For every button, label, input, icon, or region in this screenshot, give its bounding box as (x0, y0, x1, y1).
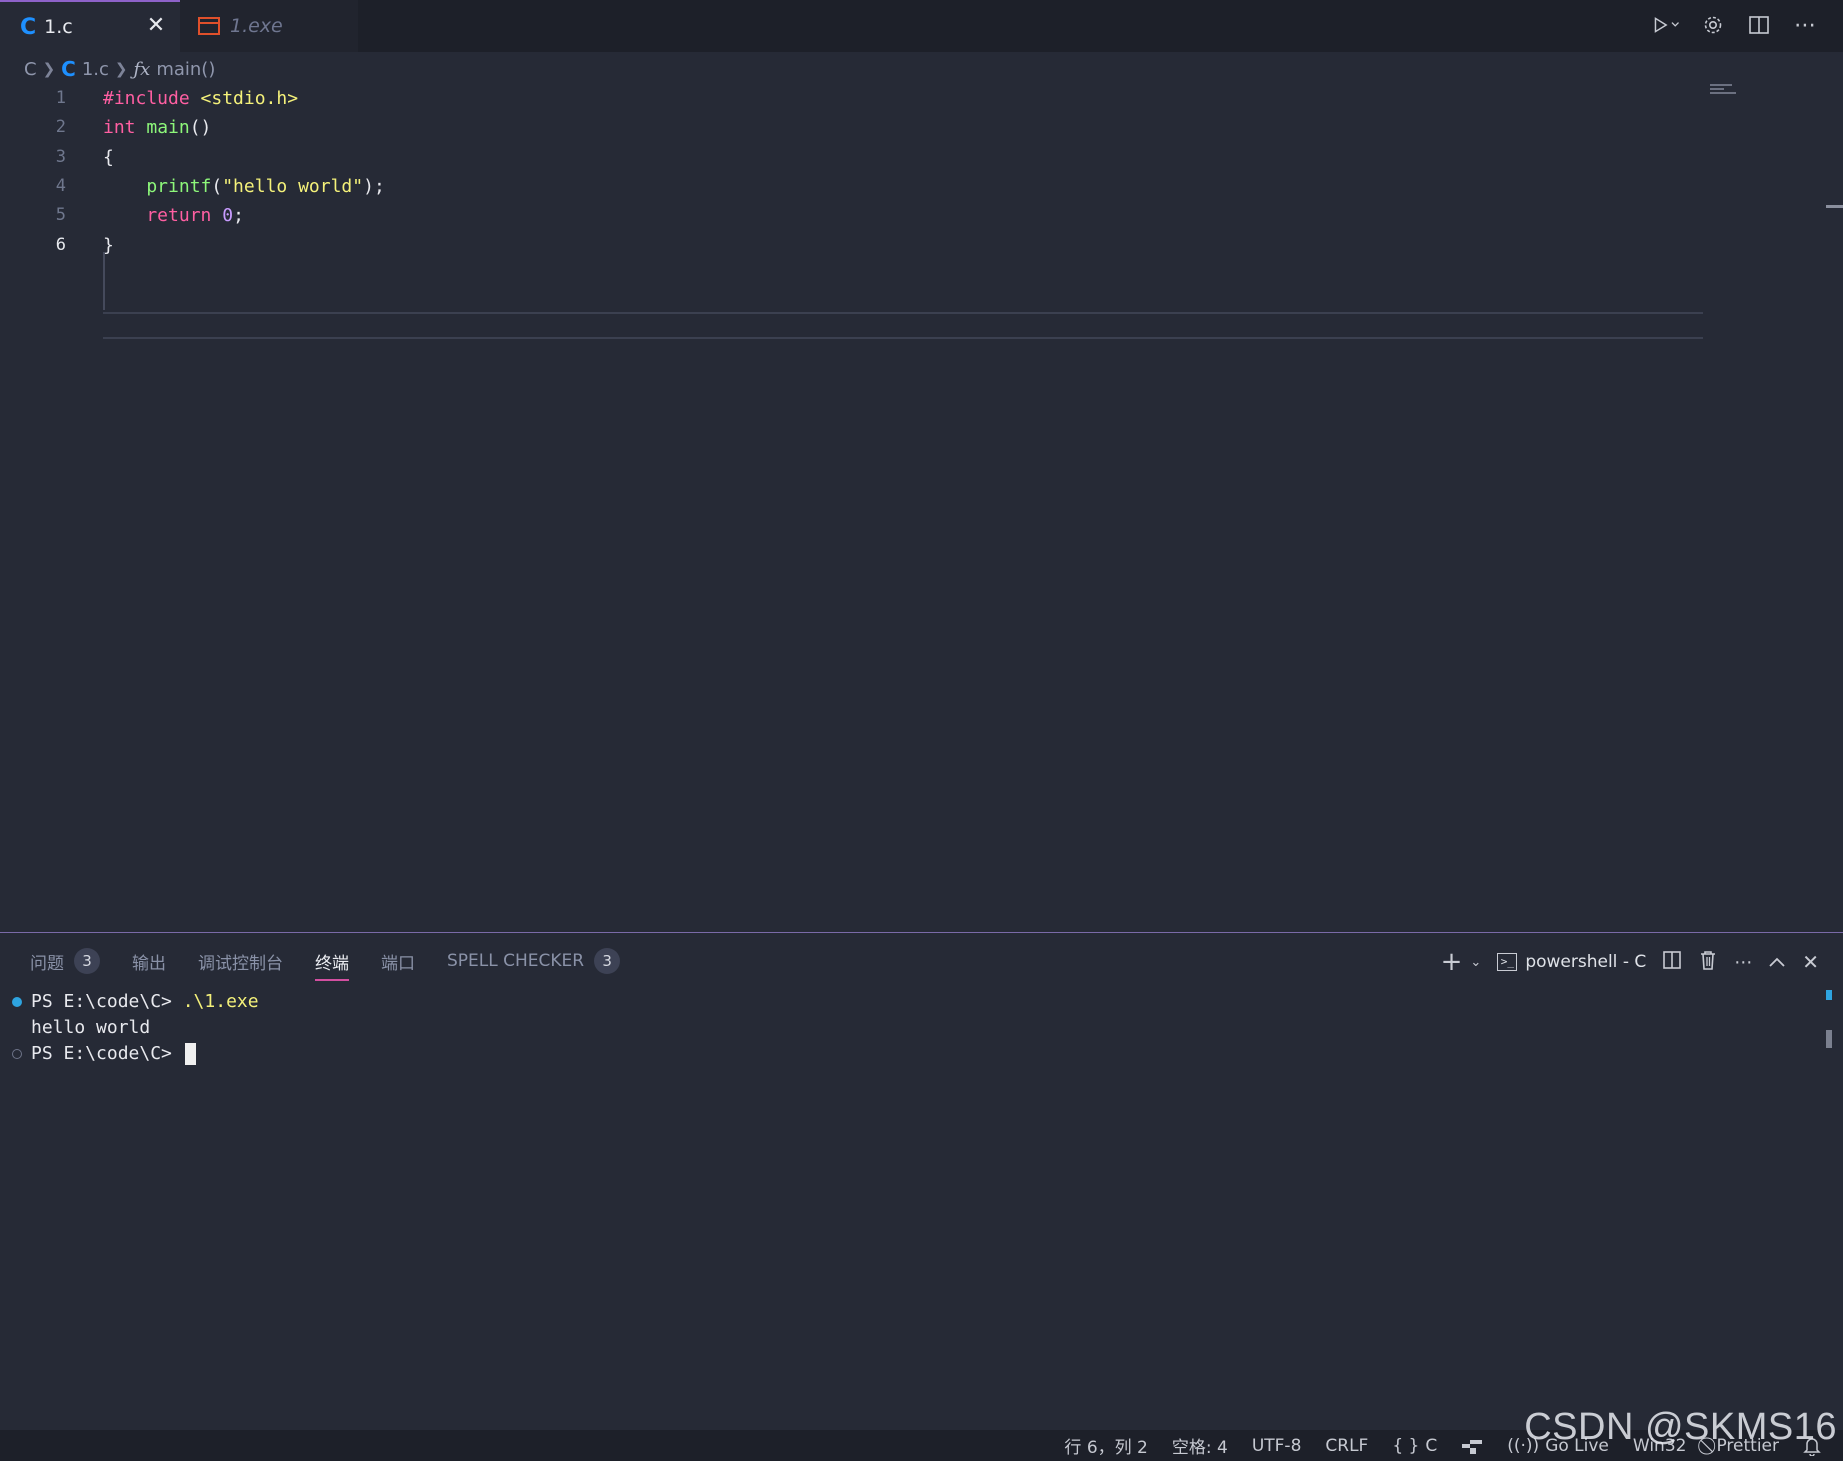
binary-file-icon (198, 17, 220, 35)
line-number: 5 (55, 205, 66, 226)
tab-spell-checker[interactable]: SPELL CHECKER 3 (447, 943, 621, 979)
function-icon: ƒx (133, 58, 151, 80)
tab-output[interactable]: 输出 (132, 943, 166, 979)
code-line[interactable]: 4 printf("hello world"); (0, 172, 1700, 201)
tab-debug-console[interactable]: 调试控制台 (198, 943, 283, 979)
tab-label: 输出 (132, 953, 166, 974)
gear-icon[interactable] (1699, 10, 1727, 40)
source-control-icon[interactable] (1461, 1437, 1483, 1455)
indent-guide (103, 252, 105, 310)
terminal-scroll-marker (1826, 990, 1832, 1000)
tab-label: SPELL CHECKER (447, 951, 585, 971)
language-label: C (1425, 1435, 1438, 1456)
split-editor-icon[interactable] (1745, 10, 1773, 40)
minimap[interactable] (1710, 84, 1736, 96)
code-text: } (103, 234, 114, 256)
bottom-panel: 问题 3 输出 调试控制台 终端 端口 SPELL CHECKER 3 + ⌄ … (0, 932, 1843, 1431)
breadcrumb: C ❯ C 1.c ❯ ƒx main() (24, 56, 215, 82)
tab-label: 端口 (381, 953, 415, 974)
terminal-icon: >_ (1497, 953, 1518, 971)
terminal-name-label: powershell - C (1525, 952, 1647, 972)
terminal-command: .\1.exe (182, 991, 259, 1012)
code-line[interactable]: 3{ (0, 143, 1700, 172)
code-text: { (103, 146, 114, 168)
language-mode[interactable]: { } C (1392, 1436, 1437, 1456)
cursor-position[interactable]: 行 6，列 2 (1064, 1433, 1147, 1458)
problems-count-badge: 3 (74, 948, 100, 974)
line-number: 1 (55, 88, 66, 108)
tab-1-c[interactable]: C 1.c ✕ (0, 0, 180, 52)
tab-label: 1.c (44, 16, 73, 38)
end-of-line[interactable]: CRLF (1325, 1436, 1368, 1456)
breadcrumb-file[interactable]: 1.c (82, 59, 109, 80)
more-actions-icon[interactable]: ⋯ (1734, 952, 1752, 973)
chevron-right-icon: ❯ (114, 60, 128, 78)
more-actions-icon[interactable]: ⋯ (1791, 10, 1819, 40)
panel-actions: + ⌄ >_ powershell - C ⋯ ✕ (1441, 947, 1819, 977)
tab-label: 1.exe (230, 15, 283, 37)
tab-label: 终端 (315, 953, 349, 974)
close-panel-icon[interactable]: ✕ (1802, 950, 1819, 974)
editor-actions: ⋯ (1653, 10, 1819, 40)
panel-tabs: 问题 3 输出 调试控制台 终端 端口 SPELL CHECKER 3 (30, 943, 621, 981)
code-text: return 0; (103, 205, 244, 227)
terminal-prompt: PS E:\code\C> (31, 1043, 183, 1064)
terminal-line: hello world (31, 1015, 150, 1041)
tab-ports[interactable]: 端口 (381, 943, 415, 979)
editor-scrollbar[interactable] (1826, 205, 1843, 208)
tab-terminal[interactable]: 终端 (315, 943, 349, 981)
code-text: int main() (103, 117, 212, 139)
tab-1-exe[interactable]: 1.exe (180, 0, 358, 52)
code-text: #include <stdio.h> (103, 88, 299, 109)
command-success-icon[interactable] (12, 997, 22, 1007)
braces-icon: { } (1392, 1435, 1420, 1456)
terminal-cursor (184, 1043, 196, 1065)
line-number: 2 (55, 117, 66, 138)
maximize-panel-icon[interactable] (1768, 952, 1786, 973)
breadcrumb-symbol[interactable]: main() (156, 59, 215, 80)
chevron-right-icon: ❯ (42, 60, 56, 78)
tab-problems[interactable]: 问题 3 (30, 943, 100, 979)
watermark: CSDN @SKMS16 (1524, 1406, 1837, 1448)
code-editor[interactable]: 1 #include <stdio.h> 2 int main() 3{4 printf… (0, 84, 1843, 932)
tab-label: 调试控制台 (198, 953, 283, 974)
code-line[interactable]: 5 return 0; (0, 201, 1700, 230)
code-line[interactable]: 1 #include <stdio.h> (0, 84, 1700, 113)
breadcrumb-folder[interactable]: C (24, 59, 37, 80)
terminal-scrollbar[interactable] (1826, 1030, 1832, 1048)
terminal-selector[interactable]: >_ powershell - C (1497, 952, 1646, 972)
code-line[interactable]: 6} (0, 231, 1700, 260)
trash-icon[interactable] (1698, 949, 1718, 976)
editor-tab-bar: C 1.c ✕ 1.exe ⋯ (0, 0, 1843, 52)
indentation[interactable]: 空格: 4 (1172, 1433, 1228, 1458)
terminal-prompt: PS E:\code\C> (31, 991, 183, 1012)
chevron-down-icon[interactable]: ⌄ (1470, 955, 1481, 970)
close-icon[interactable]: ✕ (144, 14, 168, 38)
command-pending-icon[interactable] (12, 1049, 22, 1059)
run-icon[interactable] (1653, 10, 1681, 40)
c-language-icon: C (20, 14, 37, 40)
terminal-line: PS E:\code\C> (31, 1041, 196, 1067)
current-line-highlight (103, 312, 1703, 339)
code-text: printf("hello world"); (103, 175, 385, 197)
line-number: 6 (55, 234, 66, 255)
terminal-line: PS E:\code\C> .\1.exe (31, 989, 259, 1015)
line-number: 4 (55, 175, 66, 196)
new-terminal-icon[interactable]: + (1441, 947, 1463, 977)
split-terminal-icon[interactable] (1662, 950, 1682, 975)
code-line[interactable]: 2 int main() (0, 113, 1700, 142)
c-language-icon: C (61, 57, 76, 81)
line-number: 3 (55, 146, 66, 167)
tab-label: 问题 (30, 953, 64, 974)
encoding[interactable]: UTF-8 (1252, 1436, 1302, 1456)
terminal-output-text: hello world (31, 1017, 151, 1038)
spell-checker-count-badge: 3 (594, 948, 621, 974)
